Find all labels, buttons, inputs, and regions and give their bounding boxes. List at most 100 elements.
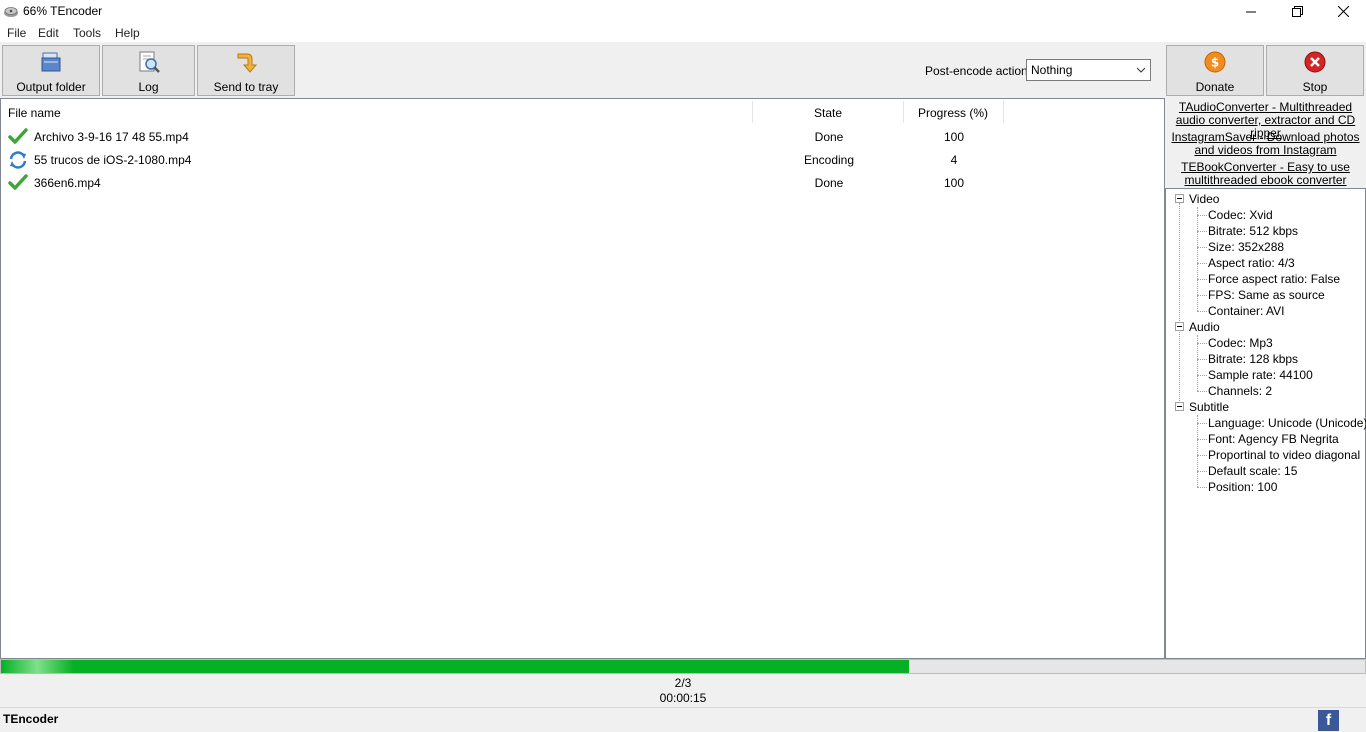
status-bar: TEncoder f — [0, 707, 1366, 731]
collapse-toggle-audio[interactable] — [1175, 322, 1184, 331]
promo-links-panel: TAudioConverter - Multithreaded audio co… — [1165, 98, 1366, 188]
facebook-icon[interactable]: f — [1318, 710, 1339, 731]
column-header-file-name[interactable]: File name — [8, 101, 61, 123]
file-state: Done — [814, 176, 844, 190]
tree-guide-line — [1197, 415, 1198, 487]
tree-branch — [1197, 247, 1207, 248]
menu-tools[interactable]: Tools — [73, 26, 101, 40]
app-window: 66% TEncoder File Edit Tools Help Output… — [0, 0, 1366, 731]
tree-item[interactable]: FPS: Same as source — [1208, 288, 1325, 302]
check-icon — [8, 174, 28, 190]
tree-branch — [1197, 343, 1207, 344]
donate-coin-icon: $ — [1204, 51, 1226, 73]
stop-label: Stop — [1302, 80, 1328, 94]
stop-button[interactable]: Stop — [1266, 45, 1364, 96]
elapsed-time: 00:00:15 — [659, 691, 707, 705]
restore-button[interactable] — [1274, 0, 1320, 23]
table-row[interactable]: 55 trucos de iOS-2-1080.mp4 Encoding 4 — [2, 148, 1162, 171]
tree-item[interactable]: Default scale: 15 — [1208, 464, 1297, 478]
minimize-icon — [1246, 11, 1256, 12]
file-name: 55 trucos de iOS-2-1080.mp4 — [34, 153, 192, 167]
file-progress: 100 — [943, 130, 965, 144]
collapse-toggle-subtitle[interactable] — [1175, 402, 1184, 411]
tree-branch — [1197, 215, 1207, 216]
settings-tree[interactable]: Video Codec: Xvid Bitrate: 512 kbps Size… — [1165, 188, 1366, 659]
file-name: 366en6.mp4 — [34, 176, 101, 190]
file-list[interactable]: File name State Progress (%) Archivo 3-9… — [0, 98, 1165, 659]
chevron-down-icon — [1137, 67, 1145, 73]
tree-branch — [1197, 455, 1207, 456]
minimize-button[interactable] — [1228, 0, 1274, 23]
post-encode-select[interactable]: Nothing — [1026, 59, 1151, 81]
tree-item[interactable]: Language: Unicode (Unicode) — [1208, 416, 1366, 430]
check-icon — [8, 128, 28, 144]
toolbar: Output folder Log Send to tray Post-enco… — [0, 43, 1366, 98]
output-folder-button[interactable]: Output folder — [2, 45, 100, 96]
tree-branch — [1197, 279, 1207, 280]
folder-icon — [41, 52, 61, 72]
tree-item[interactable]: Aspect ratio: 4/3 — [1208, 256, 1295, 270]
tree-item[interactable]: Proportinal to video diagonal — [1208, 448, 1360, 462]
tree-guide-line — [1179, 203, 1180, 411]
link-tebookconverter[interactable]: TEBookConverter - Easy to use multithrea… — [1167, 161, 1364, 187]
tree-item[interactable]: Size: 352x288 — [1208, 240, 1284, 254]
svg-text:$: $ — [1211, 56, 1219, 70]
tree-branch — [1197, 391, 1207, 392]
log-magnifier-icon — [139, 51, 160, 73]
tree-item[interactable]: Channels: 2 — [1208, 384, 1272, 398]
tree-item[interactable]: Force aspect ratio: False — [1208, 272, 1340, 286]
tree-branch — [1197, 423, 1207, 424]
tree-branch — [1197, 487, 1207, 488]
column-header-state[interactable]: State — [753, 101, 903, 123]
tree-item[interactable]: Container: AVI — [1208, 304, 1285, 318]
overall-progress-bar — [0, 659, 1366, 674]
tree-item[interactable]: Bitrate: 128 kbps — [1208, 352, 1298, 366]
tree-node-video[interactable]: Video — [1189, 192, 1219, 206]
link-instagramsaver[interactable]: InstagramSaver - Download photos and vid… — [1167, 131, 1364, 157]
tree-node-subtitle[interactable]: Subtitle — [1189, 400, 1229, 414]
collapse-toggle-video[interactable] — [1175, 194, 1184, 203]
close-button[interactable] — [1320, 0, 1366, 23]
app-logo-icon — [4, 7, 18, 17]
send-to-tray-label: Send to tray — [213, 80, 279, 94]
tree-item[interactable]: Codec: Mp3 — [1208, 336, 1273, 350]
tree-item[interactable]: Bitrate: 512 kbps — [1208, 224, 1298, 238]
menu-edit[interactable]: Edit — [38, 26, 59, 40]
menu-bar: File Edit Tools Help — [0, 23, 1366, 42]
restore-icon — [1291, 6, 1303, 17]
table-row[interactable]: Archivo 3-9-16 17 48 55.mp4 Done 100 — [2, 125, 1162, 148]
tree-branch — [1197, 231, 1207, 232]
tree-item[interactable]: Sample rate: 44100 — [1208, 368, 1313, 382]
column-header-progress[interactable]: Progress (%) — [903, 101, 1003, 123]
tray-arrow-icon — [237, 53, 258, 73]
file-count: 2/3 — [674, 676, 692, 690]
output-folder-label: Output folder — [16, 80, 86, 94]
log-button[interactable]: Log — [102, 45, 195, 96]
send-to-tray-button[interactable]: Send to tray — [197, 45, 295, 96]
stop-icon — [1304, 51, 1326, 73]
tree-branch — [1197, 311, 1207, 312]
menu-file[interactable]: File — [7, 26, 26, 40]
tree-branch — [1197, 375, 1207, 376]
log-label: Log — [138, 80, 159, 94]
post-encode-value: Nothing — [1031, 63, 1073, 77]
progress-fill — [1, 660, 909, 673]
tree-item[interactable]: Codec: Xvid — [1208, 208, 1273, 222]
table-row[interactable]: 366en6.mp4 Done 100 — [2, 171, 1162, 194]
status-text: TEncoder — [3, 712, 59, 726]
tree-item[interactable]: Font: Agency FB Negrita — [1208, 432, 1339, 446]
tree-item[interactable]: Position: 100 — [1208, 480, 1277, 494]
post-encode-label: Post-encode action: — [925, 64, 1032, 78]
column-separator[interactable] — [1003, 101, 1004, 123]
window-title: 66% TEncoder — [23, 4, 103, 18]
file-state: Done — [814, 130, 844, 144]
donate-button[interactable]: $ Donate — [1166, 45, 1264, 96]
tree-node-audio[interactable]: Audio — [1189, 320, 1220, 334]
title-bar: 66% TEncoder — [0, 0, 1366, 23]
file-name: Archivo 3-9-16 17 48 55.mp4 — [34, 130, 189, 144]
menu-help[interactable]: Help — [115, 26, 140, 40]
tree-branch — [1197, 359, 1207, 360]
tree-branch — [1197, 295, 1207, 296]
refresh-icon — [9, 151, 27, 169]
close-icon — [1337, 6, 1349, 17]
